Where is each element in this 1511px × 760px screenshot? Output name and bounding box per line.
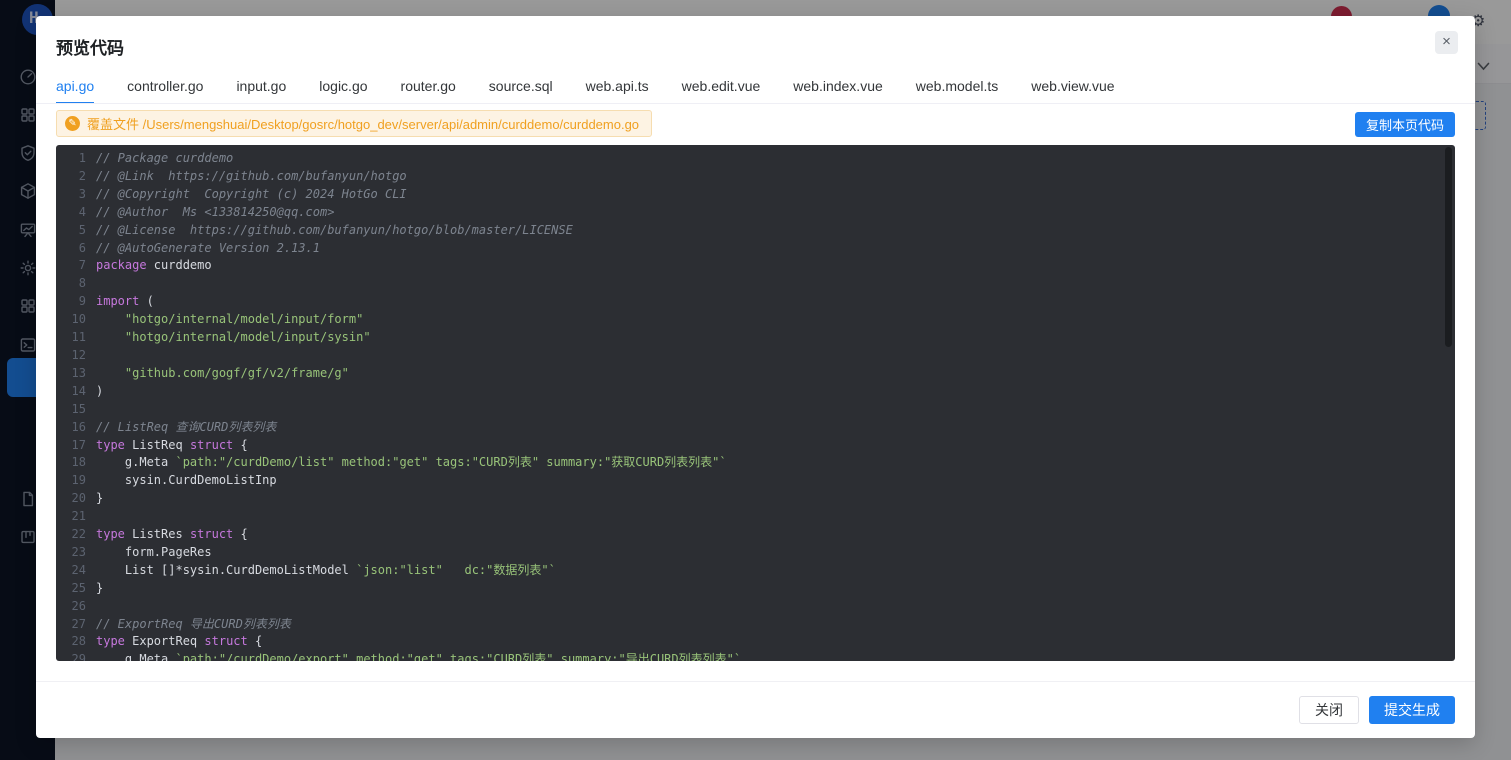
- code-line: 9import (: [56, 293, 1455, 311]
- code-line: 5// @License https://github.com/bufanyun…: [56, 222, 1455, 240]
- line-number: 22: [64, 526, 86, 544]
- code-line: 15: [56, 401, 1455, 419]
- modal-footer: 关闭 提交生成: [36, 682, 1455, 738]
- line-number: 4: [64, 204, 86, 222]
- tab-logic.go[interactable]: logic.go: [319, 78, 367, 104]
- code-line: 3// @Copyright Copyright (c) 2024 HotGo …: [56, 186, 1455, 204]
- code-line: 11 "hotgo/internal/model/input/sysin": [56, 329, 1455, 347]
- code-line: 8: [56, 275, 1455, 293]
- line-number: 25: [64, 580, 86, 598]
- file-tabs: api.go controller.go input.go logic.go route…: [56, 78, 1415, 104]
- code-line: 19 sysin.CurdDemoListInp: [56, 472, 1455, 490]
- modal-title: 预览代码: [56, 34, 124, 59]
- code-line: 12: [56, 347, 1455, 365]
- tab-api.go[interactable]: api.go: [56, 78, 94, 104]
- line-number: 13: [64, 365, 86, 383]
- line-number: 1: [64, 150, 86, 168]
- code-line: 26: [56, 598, 1455, 616]
- tab-web.index.vue[interactable]: web.index.vue: [793, 78, 883, 104]
- submit-generate-button[interactable]: 提交生成: [1369, 696, 1455, 724]
- line-number: 28: [64, 633, 86, 651]
- code-line: 22type ListRes struct {: [56, 526, 1455, 544]
- code-line: 21: [56, 508, 1455, 526]
- close-button[interactable]: 关闭: [1299, 696, 1359, 724]
- line-number: 11: [64, 329, 86, 347]
- overwrite-notice: ✎ 覆盖文件 /Users/mengshuai/Desktop/gosrc/ho…: [56, 110, 652, 137]
- line-number: 21: [64, 508, 86, 526]
- code-line: 28type ExportReq struct {: [56, 633, 1455, 651]
- line-number: 24: [64, 562, 86, 580]
- line-number: 9: [64, 293, 86, 311]
- code-line: 23 form.PageRes: [56, 544, 1455, 562]
- code-line: 7package curddemo: [56, 257, 1455, 275]
- tab-web.view.vue[interactable]: web.view.vue: [1031, 78, 1114, 104]
- code-line: 10 "hotgo/internal/model/input/form": [56, 311, 1455, 329]
- code-line: 6// @AutoGenerate Version 2.13.1: [56, 240, 1455, 258]
- line-number: 15: [64, 401, 86, 419]
- code-line: 17type ListReq struct {: [56, 437, 1455, 455]
- line-number: 23: [64, 544, 86, 562]
- close-icon[interactable]: ×: [1435, 31, 1458, 54]
- code-line: 18 g.Meta `path:"/curdDemo/list" method:…: [56, 454, 1455, 472]
- code-editor[interactable]: 1// Package curddemo2// @Link https://gi…: [56, 145, 1455, 661]
- line-number: 29: [64, 651, 86, 661]
- code-line: 2// @Link https://github.com/bufanyun/ho…: [56, 168, 1455, 186]
- line-number: 27: [64, 616, 86, 634]
- preview-code-modal: 预览代码 × api.go controller.go input.go logic.…: [36, 16, 1475, 738]
- edit-icon: ✎: [65, 116, 80, 131]
- code-lines: 1// Package curddemo2// @Link https://gi…: [56, 150, 1455, 661]
- line-number: 2: [64, 168, 86, 186]
- overwrite-notice-text: 覆盖文件 /Users/mengshuai/Desktop/gosrc/hotg…: [87, 114, 639, 133]
- tab-source.sql[interactable]: source.sql: [489, 78, 553, 104]
- tab-router.go[interactable]: router.go: [401, 78, 456, 104]
- line-number: 17: [64, 437, 86, 455]
- code-line: 13 "github.com/gogf/gf/v2/frame/g": [56, 365, 1455, 383]
- copy-page-code-button[interactable]: 复制本页代码: [1355, 112, 1455, 137]
- code-line: 24 List []*sysin.CurdDemoListModel `json…: [56, 562, 1455, 580]
- line-number: 6: [64, 240, 86, 258]
- line-number: 8: [64, 275, 86, 293]
- line-number: 5: [64, 222, 86, 240]
- line-number: 19: [64, 472, 86, 490]
- line-number: 20: [64, 490, 86, 508]
- code-line: 4// @Author Ms <133814250@qq.com>: [56, 204, 1455, 222]
- line-number: 16: [64, 419, 86, 437]
- line-number: 3: [64, 186, 86, 204]
- tab-web.model.ts[interactable]: web.model.ts: [916, 78, 998, 104]
- tab-web.api.ts[interactable]: web.api.ts: [586, 78, 649, 104]
- line-number: 7: [64, 257, 86, 275]
- tab-web.edit.vue[interactable]: web.edit.vue: [682, 78, 761, 104]
- line-number: 12: [64, 347, 86, 365]
- code-line: 16// ListReq 查询CURD列表列表: [56, 419, 1455, 437]
- line-number: 18: [64, 454, 86, 472]
- tab-controller.go[interactable]: controller.go: [127, 78, 203, 104]
- code-line: 20}: [56, 490, 1455, 508]
- line-number: 14: [64, 383, 86, 401]
- code-line: 29 g.Meta `path:"/curdDemo/export" metho…: [56, 651, 1455, 661]
- code-line: 25}: [56, 580, 1455, 598]
- code-line: 27// ExportReq 导出CURD列表列表: [56, 616, 1455, 634]
- tab-input.go[interactable]: input.go: [236, 78, 286, 104]
- line-number: 10: [64, 311, 86, 329]
- code-line: 14): [56, 383, 1455, 401]
- line-number: 26: [64, 598, 86, 616]
- divider: [36, 103, 1475, 104]
- scrollbar-thumb[interactable]: [1445, 147, 1452, 347]
- code-line: 1// Package curddemo: [56, 150, 1455, 168]
